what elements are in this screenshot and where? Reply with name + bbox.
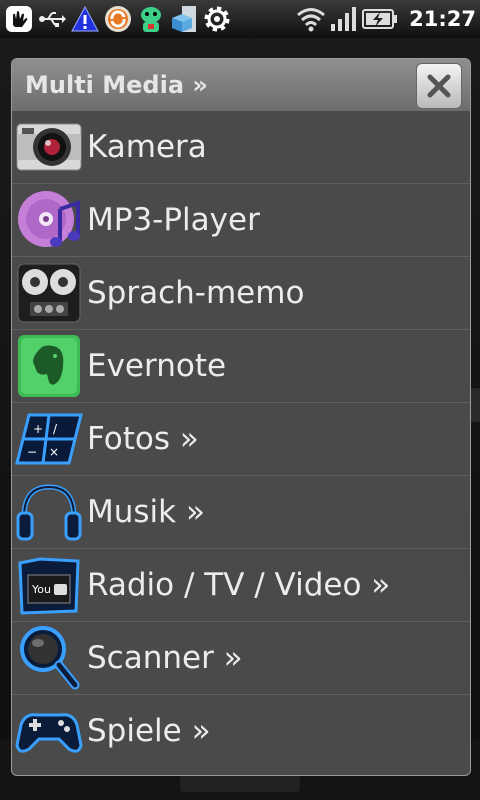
list-item-evernote[interactable]: Evernote xyxy=(12,330,470,403)
list-item-kamera[interactable]: Kamera xyxy=(12,111,470,184)
dialog-title: Multi Media » xyxy=(25,71,208,99)
gamepad-icon xyxy=(14,696,84,766)
magnifier-icon xyxy=(14,623,84,693)
signal-icon xyxy=(329,4,359,34)
photo-grid-icon: + / − × xyxy=(14,404,84,474)
list-item-label: Musik » xyxy=(87,494,205,530)
hand-notification-icon xyxy=(4,4,34,34)
dialog-header: Multi Media » xyxy=(12,59,470,111)
package-icon xyxy=(169,4,199,34)
list-item-label: Sprach-memo xyxy=(87,275,305,311)
close-button[interactable] xyxy=(416,63,462,109)
sync-app-icon xyxy=(103,4,133,34)
list-item-label: Fotos » xyxy=(87,421,199,457)
list-item-label: MP3-Player xyxy=(87,202,260,238)
list-item-mp3-player[interactable]: MP3-Player xyxy=(12,184,470,257)
svg-text:You: You xyxy=(31,583,51,596)
wifi-icon xyxy=(296,4,326,34)
list-item-scanner[interactable]: Scanner » xyxy=(12,622,470,695)
headphones-icon xyxy=(14,477,84,547)
status-clock: 21:27 xyxy=(409,7,476,31)
multi-media-dialog: Multi Media » Kamera MP3-Player Sprach-m… xyxy=(11,58,471,776)
list-item-spiele[interactable]: Spiele » xyxy=(12,695,470,767)
list-item-label: Spiele » xyxy=(87,713,211,749)
android-robot-icon xyxy=(136,4,166,34)
list-item-radio-tv-video[interactable]: You Radio / TV / Video » xyxy=(12,549,470,622)
camera-icon xyxy=(14,112,84,182)
status-bar: 21:27 xyxy=(0,0,480,38)
battery-charging-icon xyxy=(362,4,398,34)
settings-gear-icon xyxy=(202,4,232,34)
list-item-sprach-memo[interactable]: Sprach-memo xyxy=(12,257,470,330)
evernote-elephant-icon xyxy=(14,331,84,401)
svg-text:×: × xyxy=(49,445,59,459)
list-item-fotos[interactable]: + / − × Fotos » xyxy=(12,403,470,476)
usb-icon xyxy=(37,4,67,34)
warning-icon xyxy=(70,4,100,34)
tape-recorder-icon xyxy=(14,258,84,328)
svg-text:−: − xyxy=(27,445,37,459)
video-folder-icon: You xyxy=(14,550,84,620)
list-item-label: Scanner » xyxy=(87,640,243,676)
close-x-icon xyxy=(427,74,451,98)
list-item-label: Evernote xyxy=(87,348,227,384)
list-item-musik[interactable]: Musik » xyxy=(12,476,470,549)
list-item-label: Radio / TV / Video » xyxy=(87,567,391,603)
list-item-label: Kamera xyxy=(87,129,207,165)
music-disc-icon xyxy=(14,185,84,255)
svg-text:+: + xyxy=(33,422,43,436)
